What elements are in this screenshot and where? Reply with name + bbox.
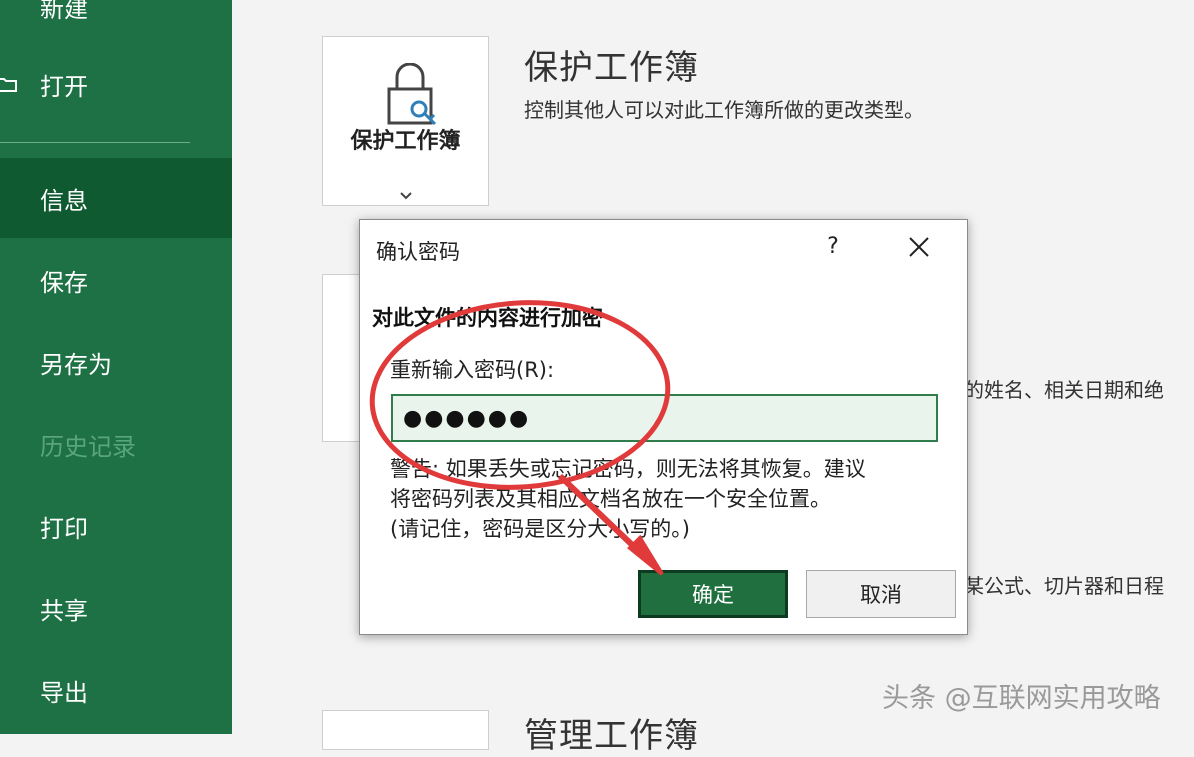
cancel-button[interactable]: 取消	[806, 570, 956, 618]
folder-open-icon	[0, 78, 17, 92]
inspect-description: 的姓名、相关日期和绝	[964, 378, 1164, 402]
nav-item-label: 另存为	[40, 350, 112, 379]
nav-item-label: 打印	[40, 514, 88, 543]
confirm-password-dialog: 确认密码 ? 对此文件的内容进行加密 重新输入密码(R): 警告: 如果丢失或忘…	[359, 219, 968, 635]
inspect-workbook-button[interactable]	[322, 274, 362, 442]
reenter-password-input[interactable]	[391, 394, 938, 442]
protect-workbook-description: 控制其他人可以对此工作簿所做的更改类型。	[524, 98, 924, 122]
nav-item-save[interactable]: 保存	[0, 240, 232, 320]
nav-item-history: 历史记录	[0, 404, 232, 484]
nav-item-new[interactable]: 新建	[0, 0, 232, 46]
reenter-password-label: 重新输入密码(R):	[390, 358, 555, 382]
ok-button[interactable]: 确定	[638, 570, 788, 618]
nav-item-label: 保存	[40, 268, 88, 297]
manage-workbook-button[interactable]	[322, 710, 489, 750]
nav-item-info[interactable]: 信息	[0, 158, 232, 238]
nav-item-label: 历史记录	[40, 432, 136, 461]
lock-key-icon	[387, 63, 437, 126]
protect-workbook-button[interactable]: 保护工作簿	[322, 36, 489, 206]
backstage-nav: 新建 打开 信息 保存 另存为 历史记录 打印 共享 导出	[0, 0, 232, 734]
nav-item-label: 打开	[40, 72, 88, 101]
password-warning: 警告: 如果丢失或忘记密码，则无法将其恢复。建议 将密码列表及其相应文档名放在一…	[390, 454, 950, 544]
nav-item-label: 导出	[40, 678, 88, 707]
help-button[interactable]: ?	[818, 232, 848, 262]
browser-view-description: 某公式、切片器和日程	[964, 574, 1164, 598]
nav-item-share[interactable]: 共享	[0, 568, 232, 648]
nav-item-save-as[interactable]: 另存为	[0, 322, 232, 402]
nav-divider	[0, 142, 190, 143]
protect-workbook-tile-label: 保护工作簿	[350, 129, 461, 154]
warning-line: 警告: 如果丢失或忘记密码，则无法将其恢复。建议	[390, 457, 866, 481]
nav-item-print[interactable]: 打印	[0, 486, 232, 566]
manage-workbook-title: 管理工作簿	[524, 716, 699, 756]
dialog-title: 确认密码	[376, 240, 460, 264]
chevron-down-icon	[400, 192, 412, 200]
nav-item-export[interactable]: 导出	[0, 650, 232, 730]
close-icon[interactable]	[906, 234, 932, 260]
warning-line: 将密码列表及其相应文档名放在一个安全位置。	[390, 487, 831, 511]
warning-line: (请记住，密码是区分大小写的。)	[390, 517, 690, 541]
dialog-heading: 对此文件的内容进行加密	[372, 306, 603, 330]
nav-item-open[interactable]: 打开	[0, 44, 232, 124]
nav-item-label: 信息	[40, 186, 88, 215]
nav-item-label: 新建	[40, 0, 88, 23]
watermark: 头条 @互联网实用攻略	[882, 683, 1161, 714]
protect-workbook-title: 保护工作簿	[524, 48, 699, 88]
nav-item-label: 共享	[40, 596, 88, 625]
